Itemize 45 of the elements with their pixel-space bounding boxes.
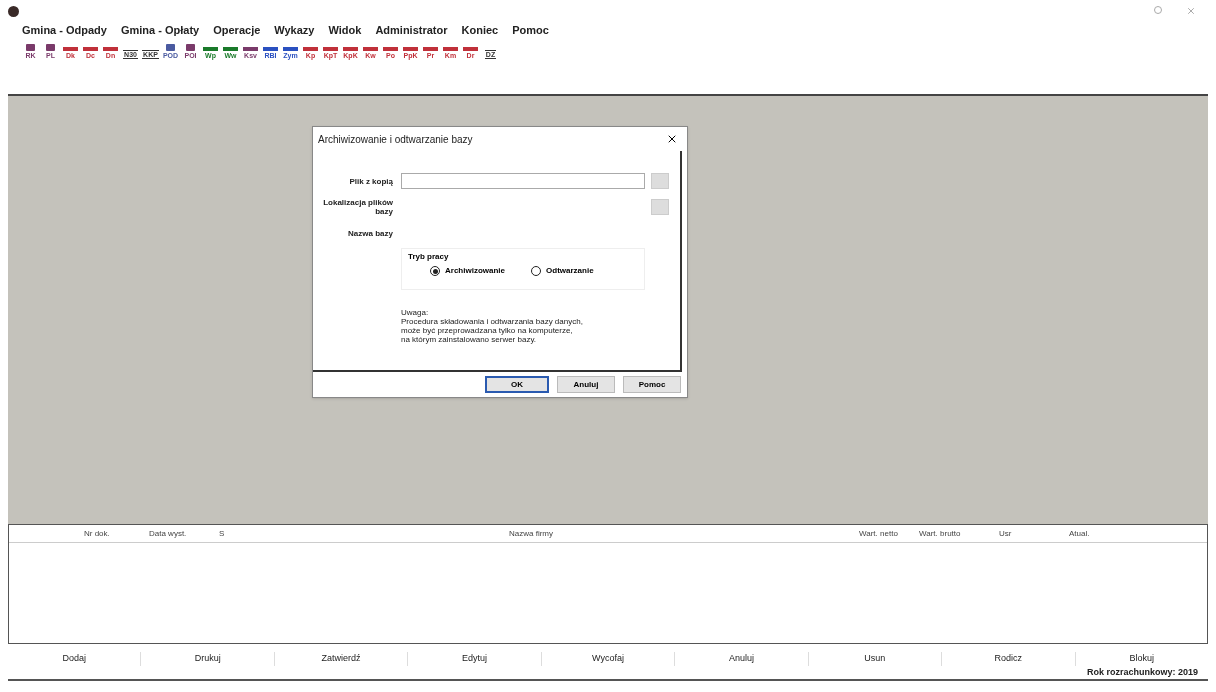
close-icon[interactable] [666,133,678,145]
note-text: może być przeprowadzana tylko na komputerze, [401,326,574,335]
action-button[interactable]: Rodicz [942,652,1076,666]
field-label: Nazwa bazy [347,228,394,238]
column-header[interactable]: Wart. netto [859,527,919,540]
action-button[interactable]: Dodaj [8,652,142,666]
note-text: na którym zainstalowano serwer bazy. [401,335,538,344]
dialog-button[interactable]: OK [485,376,549,393]
menu-item[interactable]: Pomoc [512,21,549,39]
radio-label: Archiwizowanie [445,265,505,277]
note-text: Procedura składowania i odtwarzania bazy danych, [401,317,584,326]
menu-item[interactable]: Administrator [375,21,448,39]
dialog-button[interactable]: Anuluj [557,376,615,393]
action-button[interactable]: Anuluj [675,652,809,666]
action-button[interactable]: Blokuj [1075,652,1208,666]
dialog-button[interactable]: Pomoc [623,376,681,393]
action-button[interactable]: Zatwierdź [274,652,409,666]
column-header[interactable]: Usr [999,527,1069,540]
menu-item[interactable]: Wykazy [274,21,315,39]
radio-label: Odtwarzanie [546,265,594,277]
column-header[interactable]: Nazwa firmy [509,527,859,540]
action-button[interactable]: Edytuj [408,652,542,666]
browse-button[interactable] [651,173,669,189]
menu-item[interactable]: Operacje [213,21,261,39]
column-header[interactable]: Wart. brutto [919,527,999,540]
column-header[interactable]: Atual. [1069,527,1129,540]
action-button[interactable]: Drukuj [141,652,275,666]
app-logo-icon [8,5,19,17]
note-title: Uwaga: [401,308,430,317]
column-header[interactable]: Nr dok. [84,527,149,540]
status-text: Rok rozrachunkowy: 2019 [1086,666,1198,680]
browse-button[interactable] [651,199,669,215]
input-field[interactable] [401,173,645,189]
dialog-title: Archiwizowanie i odtwarzanie bazy [318,132,473,147]
action-button[interactable]: Wycofaj [541,652,676,666]
menu-item[interactable]: Widok [328,21,362,39]
menu-item[interactable]: Gmina - Opłaty [120,21,200,39]
column-header[interactable]: Data wyst. [149,527,219,540]
menu-item[interactable]: Koniec [461,21,499,39]
field-label: Lokalizacja plików bazy [322,198,394,216]
column-header[interactable]: S [219,527,509,540]
group-label: Tryb pracy [408,251,450,263]
action-button[interactable]: Usun [808,652,943,666]
field-label: Plik z kopią [348,176,394,186]
menu-item[interactable]: Gmina - Odpady [22,21,107,39]
